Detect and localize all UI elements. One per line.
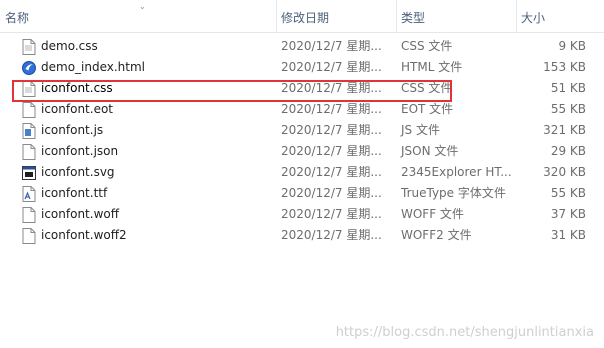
file-type: WOFF2 文件 — [401, 228, 472, 242]
file-name: iconfont.eot — [41, 102, 113, 116]
script-file-icon — [22, 123, 36, 139]
file-date: 2020/12/7 星期... — [281, 186, 382, 200]
file-name: iconfont.svg — [41, 165, 115, 179]
file-size: 37 KB — [550, 207, 586, 221]
font-file-icon — [22, 186, 36, 202]
file-row[interactable]: demo_index.html 2020/12/7 星期... HTML 文件 … — [0, 57, 604, 78]
css-file-icon — [22, 39, 36, 55]
file-date: 2020/12/7 星期... — [281, 102, 382, 116]
file-type: JSON 文件 — [401, 144, 459, 158]
file-name: iconfont.js — [41, 123, 104, 137]
file-type: HTML 文件 — [401, 60, 463, 74]
file-type: JS 文件 — [401, 123, 440, 137]
file-row[interactable]: iconfont.svg 2020/12/7 星期... 2345Explore… — [0, 162, 604, 183]
file-size: 51 KB — [550, 81, 586, 95]
file-name: iconfont.woff2 — [41, 228, 127, 242]
file-row[interactable]: iconfont.js 2020/12/7 星期... JS 文件 321 KB — [0, 120, 604, 141]
column-header-type[interactable]: 类型 — [396, 0, 519, 32]
watermark-url: https://blog.csdn.net/shengjunlintianxia — [335, 325, 594, 340]
file-size: 320 KB — [543, 165, 586, 179]
column-header-date[interactable]: 修改日期 — [276, 0, 399, 32]
file-name: iconfont.woff — [41, 207, 119, 221]
file-date: 2020/12/7 星期... — [281, 60, 382, 74]
browser-html-icon — [22, 60, 36, 76]
file-date: 2020/12/7 星期... — [281, 123, 382, 137]
blank-file-icon — [22, 144, 36, 160]
blank-file-icon — [22, 102, 36, 118]
file-row-selected[interactable]: iconfont.css 2020/12/7 星期... CSS 文件 51 K… — [0, 78, 604, 99]
file-type: CSS 文件 — [401, 39, 453, 53]
file-list: demo.css 2020/12/7 星期... CSS 文件 9 KB dem… — [0, 36, 604, 246]
file-row[interactable]: iconfont.woff 2020/12/7 星期... WOFF 文件 37… — [0, 204, 604, 225]
file-name: iconfont.json — [41, 144, 119, 158]
file-type: CSS 文件 — [401, 81, 453, 95]
file-date: 2020/12/7 星期... — [281, 81, 382, 95]
file-size: 29 KB — [550, 144, 586, 158]
file-size: 321 KB — [543, 123, 586, 137]
sort-chevron-icon: ⌄ — [139, 2, 146, 11]
blank-file-icon — [22, 228, 36, 244]
file-date: 2020/12/7 星期... — [281, 165, 382, 179]
file-row[interactable]: iconfont.ttf 2020/12/7 星期... TrueType 字体… — [0, 183, 604, 204]
file-type: TrueType 字体文件 — [401, 186, 506, 200]
file-date: 2020/12/7 星期... — [281, 207, 382, 221]
file-row[interactable]: iconfont.eot 2020/12/7 星期... EOT 文件 55 K… — [0, 99, 604, 120]
file-size: 55 KB — [550, 102, 586, 116]
file-date: 2020/12/7 星期... — [281, 39, 382, 53]
file-size: 31 KB — [550, 228, 586, 242]
file-date: 2020/12/7 星期... — [281, 144, 382, 158]
file-date: 2020/12/7 星期... — [281, 228, 382, 242]
file-size: 55 KB — [550, 186, 586, 200]
file-name: demo_index.html — [41, 60, 146, 74]
file-name: iconfont.ttf — [41, 186, 108, 200]
file-row[interactable]: iconfont.woff2 2020/12/7 星期... WOFF2 文件 … — [0, 225, 604, 246]
file-row[interactable]: iconfont.json 2020/12/7 星期... JSON 文件 29… — [0, 141, 604, 162]
file-type: 2345Explorer HT... — [401, 165, 512, 179]
file-size: 9 KB — [558, 39, 586, 53]
css-file-icon — [22, 81, 36, 97]
column-header-size[interactable]: 大小 — [516, 0, 604, 32]
file-size: 153 KB — [543, 60, 586, 74]
file-type: EOT 文件 — [401, 102, 454, 116]
blank-file-icon — [22, 207, 36, 223]
file-name: demo.css — [41, 39, 98, 53]
column-header: 名称 ⌄ 修改日期 类型 大小 — [0, 0, 604, 33]
file-row[interactable]: demo.css 2020/12/7 星期... CSS 文件 9 KB — [0, 36, 604, 57]
file-type: WOFF 文件 — [401, 207, 464, 221]
file-name: iconfont.css — [41, 81, 113, 95]
svg-file-icon — [22, 165, 36, 181]
